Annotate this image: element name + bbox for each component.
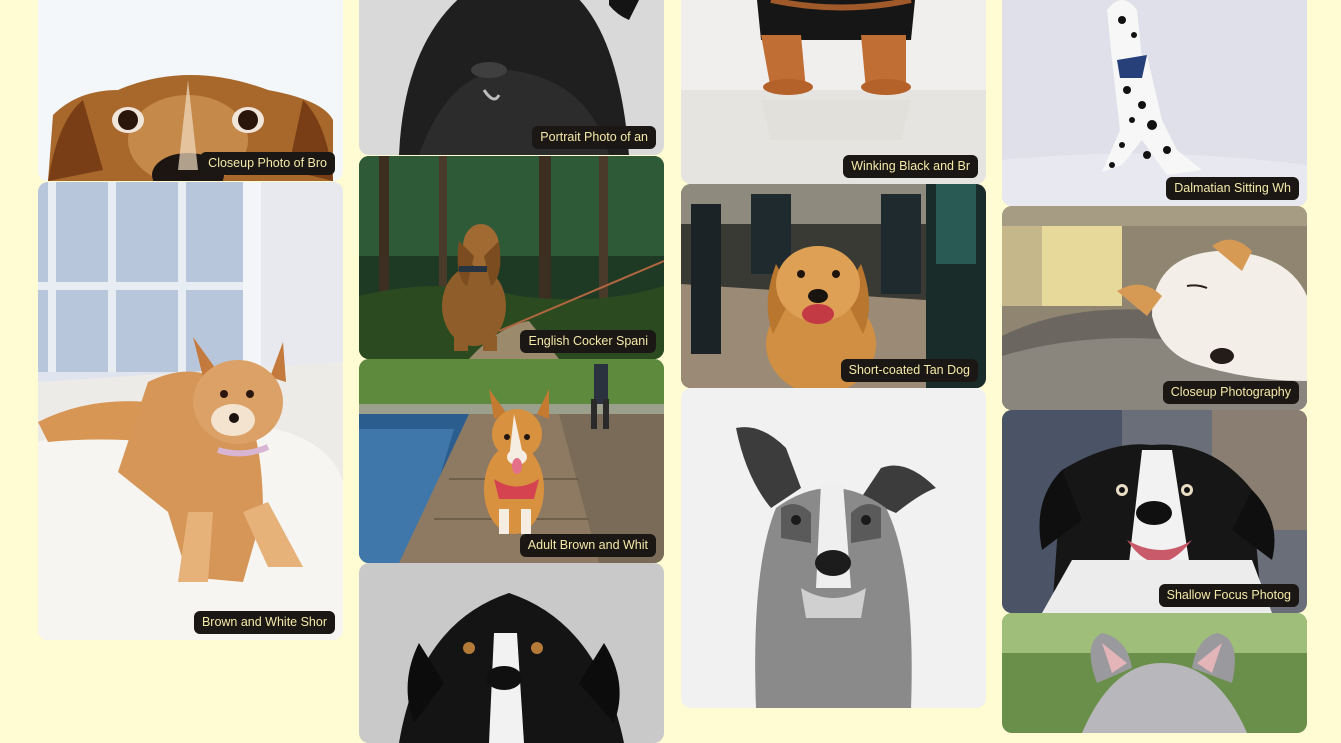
gallery-card[interactable]: Dalmatian Sitting Wh [1002,0,1307,206]
dalmatian-sitting-photo [1002,0,1307,206]
gallery-card[interactable]: English Cocker Spani [359,156,664,359]
card-caption: English Cocker Spani [520,329,656,353]
gallery-card[interactable]: Winking Black and Br [681,0,986,184]
corgi-on-boardwalk-photo [359,359,664,563]
gallery-card[interactable]: Adult Brown and Whit [359,359,664,563]
sleeping-dog-photo [1002,206,1307,410]
card-caption: Adult Brown and Whit [519,533,656,557]
border-collie-photo [1002,410,1307,613]
gallery-card[interactable]: Closeup Photography [1002,206,1307,410]
gallery-card[interactable] [359,563,664,743]
card-caption: Short-coated Tan Dog [840,358,978,382]
black-white-dog-photo [359,563,664,743]
gallery-card[interactable]: Brown and White Shor [38,182,343,640]
card-caption: Portrait Photo of an [532,125,656,149]
cocker-spaniel-forest-photo [359,156,664,359]
gallery-card[interactable]: Short-coated Tan Dog [681,184,986,388]
card-caption: Closeup Photography [1162,380,1299,404]
card-caption: Dalmatian Sitting Wh [1166,176,1299,200]
card-caption: Shallow Focus Photog [1158,583,1299,607]
gallery-card[interactable] [1002,613,1307,733]
gallery-card[interactable]: Shallow Focus Photog [1002,410,1307,613]
gray-dog-ears-photo [1002,613,1307,733]
grayscale-pitbull-photo [681,388,986,708]
card-caption: Closeup Photo of Bro [200,151,335,175]
shiba-puppy-on-rug-photo [38,182,343,640]
card-caption: Winking Black and Br [843,154,978,178]
golden-retriever-photo [681,184,986,388]
gallery-card[interactable] [681,388,986,708]
card-caption: Brown and White Shor [193,610,335,634]
gallery-card[interactable]: Portrait Photo of an [359,0,664,155]
gallery-card[interactable]: Closeup Photo of Bro [38,0,343,181]
